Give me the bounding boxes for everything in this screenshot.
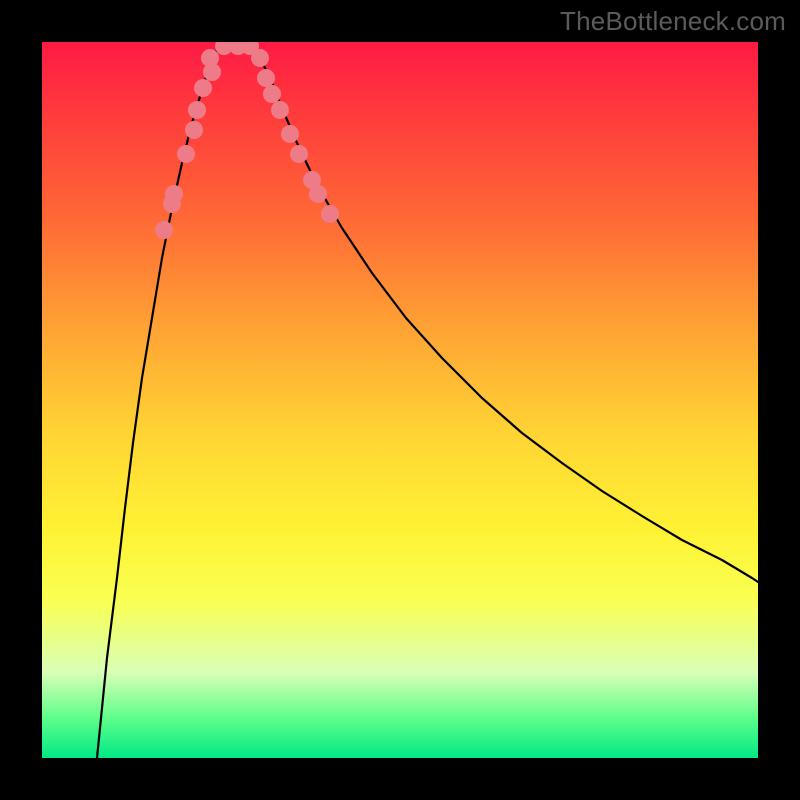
right-branch — [252, 42, 758, 582]
chart-frame: TheBottleneck.com — [0, 0, 800, 800]
marker-dot — [251, 49, 269, 67]
marker-dot — [290, 145, 308, 163]
marker-dot — [321, 205, 339, 223]
curve-svg — [42, 42, 758, 758]
marker-dot — [194, 79, 212, 97]
plot-area — [42, 42, 758, 758]
marker-dot — [155, 221, 173, 239]
marker-group — [155, 42, 339, 239]
marker-dot — [271, 101, 289, 119]
marker-dot — [163, 195, 181, 213]
marker-dot — [257, 69, 275, 87]
marker-dot — [263, 85, 281, 103]
marker-dot — [185, 121, 203, 139]
marker-dot — [309, 185, 327, 203]
watermark-text: TheBottleneck.com — [560, 6, 786, 37]
marker-dot — [281, 125, 299, 143]
marker-dot — [188, 101, 206, 119]
marker-dot — [177, 145, 195, 163]
left-branch — [97, 42, 222, 758]
marker-dot — [203, 63, 221, 81]
